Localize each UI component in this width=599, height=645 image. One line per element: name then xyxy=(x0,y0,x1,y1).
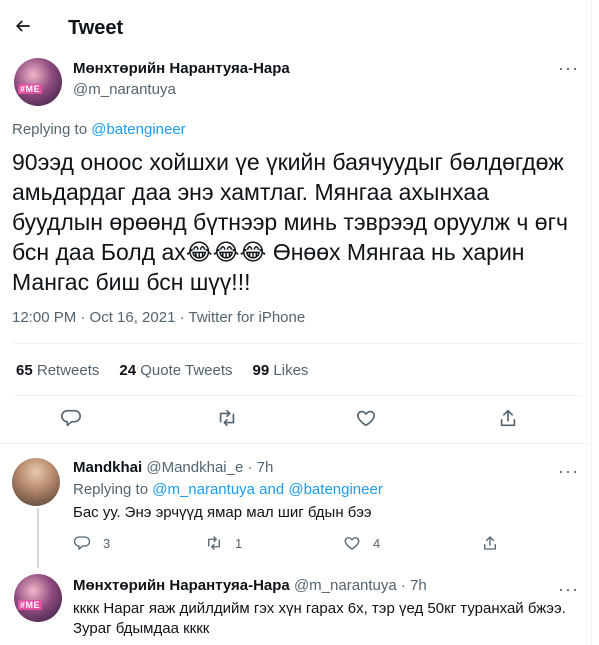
share-button[interactable] xyxy=(490,400,526,436)
reply-author-name[interactable]: Мөнхтөрийн Нарантуяа-Нара xyxy=(73,577,290,594)
reply-button[interactable]: 3 xyxy=(73,534,110,552)
retweet-button[interactable] xyxy=(209,400,245,436)
replying-prefix: Replying to xyxy=(12,121,88,138)
retweet-count: 1 xyxy=(235,535,243,551)
retweet-button[interactable]: 1 xyxy=(205,534,242,552)
more-dots-icon[interactable]: ··· xyxy=(558,59,579,77)
reply-count: 3 xyxy=(103,535,111,551)
like-count: 4 xyxy=(373,535,381,551)
thread-connector xyxy=(37,508,39,568)
avatar[interactable]: #ME xyxy=(14,58,62,106)
share-icon xyxy=(481,534,499,552)
likes-stat[interactable]: 99 Likes xyxy=(253,362,309,379)
replying-prefix: Replying to xyxy=(73,481,149,498)
tweet-column: Tweet #ME Мөнхтөрийн Нарантуяа-Нара @m_n… xyxy=(0,0,592,645)
page-header: Tweet xyxy=(0,0,592,53)
heart-icon xyxy=(355,407,377,429)
avatar[interactable] xyxy=(12,458,60,506)
avatar-tag: #ME xyxy=(18,84,43,94)
page-title: Tweet xyxy=(68,17,124,39)
reply-author-handle[interactable]: @m_narantuya xyxy=(294,577,397,594)
divider xyxy=(12,343,582,344)
like-button[interactable]: 4 xyxy=(343,534,380,552)
reply-time[interactable]: · 7h xyxy=(247,459,273,476)
reply-time[interactable]: · 7h xyxy=(401,577,427,594)
reply-header: Мөнхтөрийн Нарантуяа-Нара @m_narantuya ·… xyxy=(73,577,427,594)
reply-text: Бас уу. Энэ эрчүүд ямар мал шиг бдын бээ xyxy=(73,504,372,521)
reply-header: Mandkhai @Mandkhai_e · 7h xyxy=(73,459,273,476)
like-button[interactable] xyxy=(348,400,384,436)
replying-to-link[interactable]: @batengineer xyxy=(91,121,185,138)
heart-icon xyxy=(343,534,361,552)
tweet-timestamp[interactable]: 12:00 PM · Oct 16, 2021 · Twitter for iP… xyxy=(12,309,305,326)
reply-button[interactable] xyxy=(53,400,89,436)
retweets-stat[interactable]: 65 Retweets xyxy=(16,362,99,379)
replying-to: Replying to @m_narantuya and @batenginee… xyxy=(73,481,383,498)
reply-bubble-icon xyxy=(73,534,91,552)
replying-to: Replying to @batengineer xyxy=(12,121,186,138)
retweet-icon xyxy=(216,407,238,429)
divider xyxy=(0,443,592,444)
share-button[interactable] xyxy=(481,534,499,552)
reply-author-name[interactable]: Mandkhai xyxy=(73,459,142,476)
arrow-left-icon xyxy=(13,16,33,36)
more-dots-icon[interactable]: ··· xyxy=(558,462,579,480)
avatar-tag: #ME xyxy=(18,600,43,610)
reply-author-handle[interactable]: @Mandkhai_e xyxy=(146,459,243,476)
divider xyxy=(12,395,582,396)
reply-bubble-icon xyxy=(60,407,82,429)
tweet-stats: 65 Retweets 24 Quote Tweets 99 Likes xyxy=(16,362,308,379)
replying-to-link[interactable]: @m_narantuya and @batengineer xyxy=(152,481,383,498)
quotes-stat[interactable]: 24 Quote Tweets xyxy=(119,362,232,379)
tweet-text: 90ээд оноос хойшхи үе үкийн баячуудыг бө… xyxy=(12,149,568,295)
avatar[interactable]: #ME xyxy=(14,574,62,622)
more-dots-icon[interactable]: ··· xyxy=(558,580,579,598)
retweet-icon xyxy=(205,534,223,552)
reply-text: кккк Нараг яаж дийлдийм гэх хүн гарах 6х… xyxy=(73,600,566,637)
back-button[interactable] xyxy=(8,11,38,41)
author-handle[interactable]: @m_narantuya xyxy=(73,81,176,98)
share-icon xyxy=(497,407,519,429)
author-name[interactable]: Мөнхтөрийн Нарантуяа-Нара xyxy=(73,60,290,77)
